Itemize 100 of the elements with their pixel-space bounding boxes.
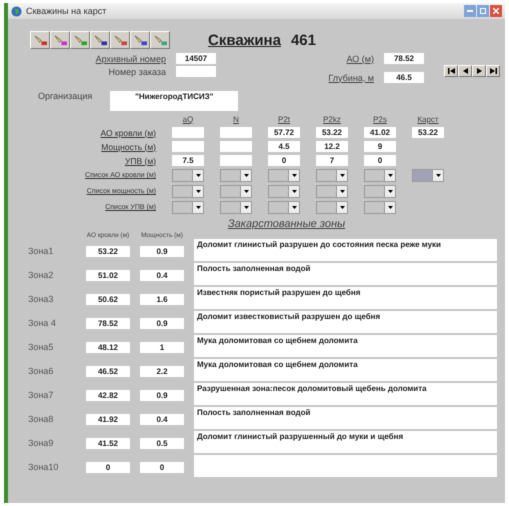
dropdown[interactable] — [364, 201, 396, 214]
input-field[interactable]: 41.02 — [364, 127, 396, 138]
caret-icon — [244, 174, 248, 177]
input-field[interactable]: 46.52 — [86, 366, 130, 376]
description-field[interactable]: Полость заполненная водой — [194, 407, 497, 429]
input-field[interactable]: 0.4 — [140, 270, 184, 280]
input-field[interactable]: "НижегородТИСИЗ" — [110, 91, 238, 111]
input-field[interactable] — [172, 141, 204, 152]
input-field[interactable]: 9 — [364, 141, 396, 152]
dropdown[interactable] — [220, 169, 252, 182]
dropdown[interactable] — [172, 201, 204, 214]
well-number: 461 — [290, 32, 316, 48]
description-field[interactable]: Доломит известковистый разрушен до щебня — [194, 311, 497, 333]
dropdown[interactable] — [316, 201, 348, 214]
input-field[interactable]: 7.5 — [172, 155, 204, 166]
close-button[interactable] — [490, 5, 502, 17]
zone-label: Зона1 — [27, 246, 54, 256]
dropdown[interactable] — [220, 185, 252, 198]
input-field[interactable]: 50.62 — [86, 294, 130, 304]
next-record-button[interactable] — [472, 65, 486, 77]
input-field[interactable]: 0.9 — [140, 246, 184, 256]
toolbar-button[interactable] — [70, 31, 90, 49]
input-field[interactable]: 51.02 — [86, 270, 130, 280]
caret-icon — [196, 190, 200, 193]
input-field[interactable]: 53.22 — [86, 246, 130, 256]
input-field[interactable]: 7 — [316, 155, 348, 166]
caret-icon — [244, 190, 248, 193]
caret-icon — [436, 174, 440, 177]
caret-icon — [340, 174, 344, 177]
description-field[interactable]: Разрушенная зона:песок доломитовый щебень доломита — [194, 383, 497, 405]
description-field[interactable]: Известняк пористый разрушен до щебня — [194, 287, 497, 309]
input-field[interactable]: 0.9 — [140, 318, 184, 328]
input-field[interactable]: 0 — [86, 462, 130, 472]
toolbar-button[interactable] — [30, 31, 50, 49]
input-field[interactable] — [220, 155, 252, 166]
toolbar-button[interactable] — [150, 31, 170, 49]
column-header: N — [232, 115, 240, 124]
minimize-button[interactable] — [464, 5, 476, 17]
dropdown[interactable] — [268, 201, 300, 214]
dropdown[interactable] — [172, 169, 204, 182]
input-field[interactable]: 48.12 — [86, 342, 130, 352]
input-field[interactable]: 1.6 — [140, 294, 184, 304]
last-record-button[interactable] — [486, 65, 500, 77]
close-icon — [493, 8, 499, 14]
input-field[interactable]: 2.2 — [140, 366, 184, 376]
toolbar-button[interactable] — [110, 31, 130, 49]
dropdown[interactable] — [412, 169, 444, 182]
description-field[interactable] — [194, 455, 497, 477]
row-label: АО кровли (м) — [99, 128, 156, 138]
section-title: Закарстованные зоны — [226, 218, 346, 230]
toolbar-button[interactable] — [90, 31, 110, 49]
dropdown[interactable] — [268, 169, 300, 182]
dropdown[interactable] — [220, 201, 252, 214]
input-field[interactable]: 14507 — [176, 53, 216, 64]
field-label: Глубина, м — [327, 72, 374, 82]
dropdown[interactable] — [364, 169, 396, 182]
input-field[interactable]: 41.52 — [86, 438, 130, 448]
input-field[interactable]: 53.22 — [316, 127, 348, 138]
input-field[interactable]: 46.5 — [384, 72, 424, 83]
input-field[interactable]: 0 — [364, 155, 396, 166]
dropdown[interactable] — [268, 185, 300, 198]
toolbar-button[interactable] — [50, 31, 70, 49]
input-field[interactable] — [220, 141, 252, 152]
description-field[interactable]: Полость заполненная водой — [194, 263, 497, 285]
previous-record-button[interactable] — [458, 65, 472, 77]
input-field[interactable]: 0.4 — [140, 414, 184, 424]
input-field[interactable]: 78.52 — [384, 53, 424, 64]
description-field[interactable]: Доломит глинистый разрушен до состояния песка реже муки — [194, 239, 497, 261]
input-field[interactable]: 0 — [140, 462, 184, 472]
dropdown[interactable] — [316, 169, 348, 182]
input-field[interactable]: 1 — [140, 342, 184, 352]
input-field[interactable] — [176, 66, 216, 77]
field-label: Архивный номер — [94, 54, 166, 64]
dropdown[interactable] — [316, 185, 348, 198]
input-field[interactable]: 0.9 — [140, 390, 184, 400]
zone-label: Зона7 — [27, 390, 54, 400]
input-field[interactable]: 78.52 — [86, 318, 130, 328]
zone-label: Зона 4 — [27, 318, 57, 328]
zone-label: Зона9 — [27, 438, 54, 448]
dropdown[interactable] — [172, 185, 204, 198]
caret-icon — [340, 190, 344, 193]
description-field[interactable]: Доломит глинистый разрушенный до муки и щебня — [194, 431, 497, 453]
description-field[interactable]: Мука доломитовая со щебнем доломита — [194, 335, 497, 357]
dropdown[interactable] — [364, 185, 396, 198]
input-field[interactable]: 57.72 — [268, 127, 300, 138]
description-field[interactable]: Мука доломитовая со щебнем доломита — [194, 359, 497, 381]
input-field[interactable]: 41.92 — [86, 414, 130, 424]
input-field[interactable]: 12.2 — [316, 141, 348, 152]
caret-icon — [292, 190, 296, 193]
input-field[interactable]: 0 — [268, 155, 300, 166]
input-field[interactable]: 0.5 — [140, 438, 184, 448]
input-field[interactable]: 53.22 — [412, 127, 444, 138]
toolbar-button[interactable] — [130, 31, 150, 49]
input-field[interactable] — [172, 127, 204, 138]
maximize-button[interactable] — [477, 5, 489, 17]
first-record-button[interactable] — [444, 65, 458, 77]
input-field[interactable] — [220, 127, 252, 138]
input-field[interactable]: 42.82 — [86, 390, 130, 400]
input-field[interactable]: 4.5 — [268, 141, 300, 152]
caret-icon — [196, 174, 200, 177]
